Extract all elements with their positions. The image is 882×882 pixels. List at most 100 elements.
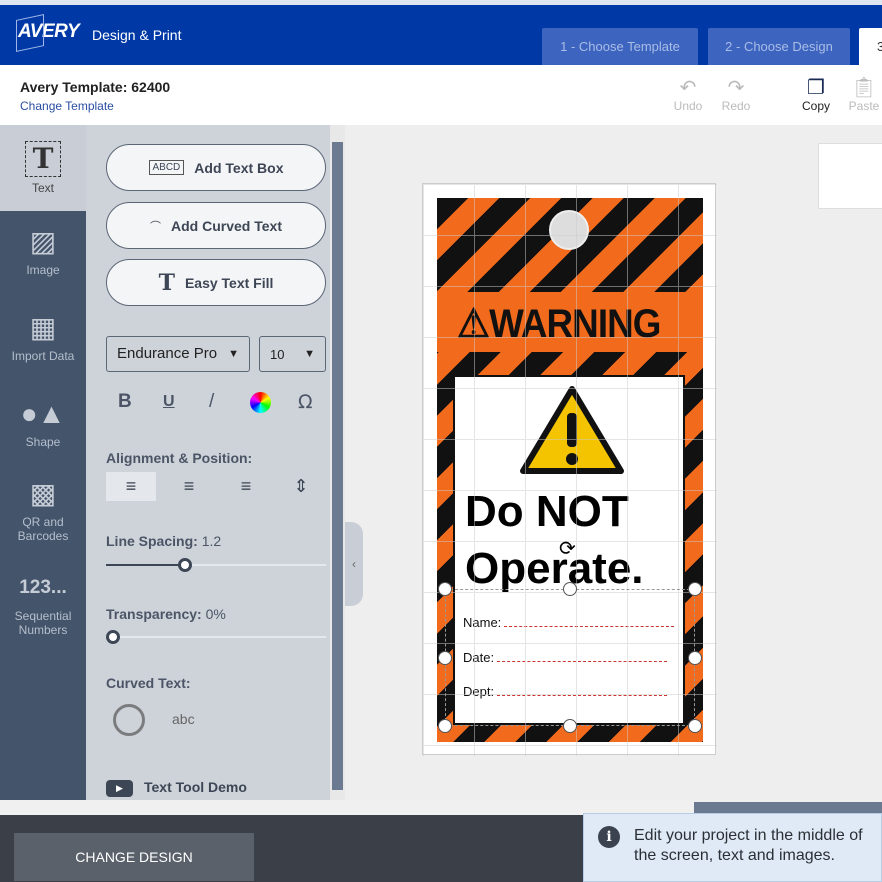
tab-choose-template[interactable]: 1 - Choose Template	[542, 28, 698, 65]
chevron-down-icon: ▼	[224, 348, 239, 360]
size-value: 10	[270, 347, 285, 362]
redo-label: Redo	[721, 99, 751, 113]
rail-item-image[interactable]: ▨ Image	[0, 225, 86, 277]
redo-button[interactable]: ↷ Redo	[716, 75, 756, 113]
resize-handle[interactable]	[438, 719, 452, 733]
tag-hole	[549, 210, 589, 250]
line-spacing-value: 1.2	[201, 533, 222, 549]
resize-handle[interactable]	[438, 582, 452, 596]
rotate-handle-icon[interactable]: ⟳	[559, 536, 576, 561]
paste-label: Paste	[848, 99, 880, 113]
qr-icon: ▩	[29, 478, 57, 509]
chevron-left-icon: ‹	[352, 557, 356, 571]
special-character-icon[interactable]: Ω	[298, 391, 313, 413]
transparency-slider[interactable]	[106, 636, 326, 638]
change-template-link[interactable]: Change Template	[20, 99, 114, 113]
rail-item-shape[interactable]: ●▲ Shape	[0, 397, 86, 449]
bold-button[interactable]: B	[118, 391, 132, 413]
transparency-title: Transparency:	[106, 606, 202, 622]
tool-rail: T Text ▨ Image ▦ Import Data ●▲ Shape ▩ QR an…	[0, 125, 86, 800]
subheader: Avery Template: 62400 Change Template ↶ U…	[0, 65, 882, 125]
tab-step-3[interactable]: 3	[859, 28, 882, 65]
tab-choose-design[interactable]: 2 - Choose Design	[708, 28, 850, 65]
collapse-panel-button[interactable]: ‹	[345, 522, 363, 606]
play-icon[interactable]: ▶	[106, 780, 133, 797]
rail-item-text[interactable]: T Text	[0, 125, 86, 211]
text-fill-icon: T	[158, 269, 175, 296]
transparency-handle[interactable]	[106, 630, 120, 644]
rail-item-qr[interactable]: ▩ QR and Barcodes	[0, 477, 86, 543]
line-spacing-slider[interactable]	[106, 564, 326, 566]
underline-button[interactable]: U	[163, 393, 175, 411]
toast-text: Edit your project in the middle of the s…	[634, 827, 863, 864]
rail-item-import-data[interactable]: ▦ Import Data	[0, 311, 86, 363]
curve-arc-icon[interactable]: abc	[172, 711, 195, 727]
resize-handle[interactable]	[688, 651, 702, 665]
curved-text-icon: ⌒	[150, 220, 161, 233]
brand-title: Design & Print	[92, 27, 182, 43]
shape-icon: ●▲	[20, 398, 66, 429]
rail-label: Import Data	[11, 349, 75, 363]
grid-icon: ▦	[29, 312, 57, 343]
add-text-box-button[interactable]: ABCD Add Text Box	[106, 144, 326, 191]
rail-label: QR and Barcodes	[17, 515, 69, 543]
copy-icon: ❐	[807, 77, 825, 99]
numbers-icon: 123...	[19, 577, 67, 598]
curve-circle-icon[interactable]	[113, 704, 145, 736]
paste-button[interactable]: 📋︎ Paste	[844, 75, 882, 113]
info-icon: i	[598, 826, 620, 848]
button-label: Add Text Box	[194, 159, 284, 176]
transparency-value: 0%	[205, 606, 226, 622]
easy-text-fill-button[interactable]: T Easy Text Fill	[106, 259, 326, 306]
vertical-position-icon[interactable]: ⇕	[276, 472, 326, 501]
page-thumbnail[interactable]	[818, 143, 882, 209]
resize-handle[interactable]	[563, 719, 577, 733]
rail-item-sequential[interactable]: 123... Sequential Numbers	[0, 571, 86, 637]
alignment-label: Alignment & Position:	[106, 450, 253, 466]
align-right-icon[interactable]: ≡	[221, 472, 271, 501]
main-text[interactable]: Do NOT Operate.	[465, 483, 644, 597]
align-left-icon[interactable]: ≡	[106, 472, 156, 501]
text-box-icon: ABCD	[148, 160, 185, 175]
button-label: Easy Text Fill	[184, 274, 274, 291]
line-spacing-label: Line Spacing: 1.2	[106, 533, 221, 549]
font-value: Endurance Pro	[117, 345, 218, 362]
resize-handle[interactable]	[438, 651, 452, 665]
copy-button[interactable]: ❐ Copy	[796, 75, 836, 113]
warning-heading[interactable]: ⚠WARNING	[457, 301, 661, 347]
resize-handle[interactable]	[688, 719, 702, 733]
app-header: AVERY Design & Print 1 - Choose Template…	[0, 5, 882, 65]
align-center-icon[interactable]: ≡	[164, 472, 214, 501]
rail-label: Sequential Numbers	[14, 609, 72, 637]
curved-text-label: Curved Text:	[106, 675, 191, 691]
button-label: Add Curved Text	[171, 217, 282, 234]
undo-button[interactable]: ↶ Undo	[668, 75, 708, 113]
avery-logo[interactable]: AVERY	[18, 21, 80, 43]
text-icon: T	[25, 141, 61, 177]
text-tool-demo-link[interactable]: Text Tool Demo	[144, 779, 247, 795]
add-curved-text-button[interactable]: ⌒ Add Curved Text	[106, 202, 326, 249]
rail-label: Shape	[25, 435, 61, 449]
template-name: Avery Template: 62400	[20, 79, 171, 95]
rail-label: Image	[26, 263, 60, 277]
design-canvas[interactable]: ⚠WARNING Do NOT Operate. Name: Date: Dept…	[422, 183, 717, 756]
panel-scrollbar-thumb[interactable]	[332, 142, 343, 790]
italic-button[interactable]: /	[209, 391, 214, 413]
copy-label: Copy	[801, 99, 830, 113]
color-picker-icon[interactable]	[250, 392, 271, 413]
resize-handle[interactable]	[563, 582, 577, 596]
transparency-label: Transparency: 0%	[106, 606, 226, 622]
horizontal-scrollbar-thumb[interactable]	[694, 802, 882, 813]
line-spacing-handle[interactable]	[178, 558, 192, 572]
warning-text: WARNING	[489, 302, 661, 346]
warning-triangle-icon	[520, 386, 624, 474]
size-select[interactable]: 10 ▼	[259, 336, 326, 372]
paste-icon: 📋︎	[851, 77, 877, 99]
font-select[interactable]: Endurance Pro ▼	[106, 336, 250, 372]
rail-label: Text	[31, 181, 54, 195]
text-panel: ABCD Add Text Box ⌒ Add Curved Text T Easy …	[86, 125, 330, 800]
image-icon: ▨	[29, 226, 57, 257]
undo-label: Undo	[673, 99, 703, 113]
resize-handle[interactable]	[688, 582, 702, 596]
change-design-button[interactable]: CHANGE DESIGN	[14, 833, 254, 881]
